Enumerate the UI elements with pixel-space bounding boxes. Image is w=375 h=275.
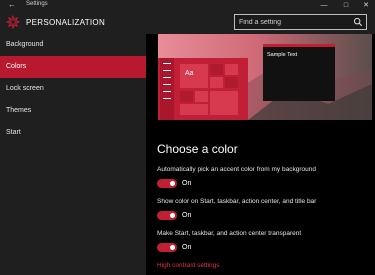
preview-tile: Aa <box>180 64 208 88</box>
transparency-label: Make Start, taskbar, and action center t… <box>157 230 302 237</box>
window-titlebar: ← Settings — □ ✕ <box>0 0 375 12</box>
preview-tile <box>180 104 208 115</box>
transparency-toggle[interactable] <box>157 243 177 252</box>
auto-accent-state: On <box>182 180 192 187</box>
show-color-toggle[interactable] <box>157 211 177 220</box>
preview-start-rail <box>160 58 174 120</box>
main-content: Aa Sample Text Choose a color Automatica… <box>146 34 375 275</box>
show-color-label: Show color on Start, taskbar, action cen… <box>157 198 317 205</box>
preview-tile <box>180 91 193 102</box>
high-contrast-link[interactable]: High contrast settings <box>157 262 220 269</box>
sidebar-item-background[interactable]: Background <box>0 34 146 56</box>
search-input[interactable] <box>239 17 349 27</box>
preview-tile <box>210 77 223 88</box>
maximize-button[interactable]: □ <box>337 0 355 12</box>
preview-tile-label: Aa <box>185 70 194 77</box>
sidebar-item-themes[interactable]: Themes <box>0 100 146 122</box>
search-icon[interactable] <box>353 17 363 27</box>
app-header: PERSONALIZATION <box>0 12 375 34</box>
transparency-state: On <box>182 244 192 251</box>
toggle-knob <box>170 213 175 218</box>
window-title: Settings <box>26 1 48 7</box>
close-button[interactable]: ✕ <box>357 0 375 12</box>
theme-preview: Aa Sample Text <box>158 34 372 120</box>
preview-sample-window: Sample Text <box>263 44 335 101</box>
sidebar: Background Colors Lock screen Themes Sta… <box>0 34 146 275</box>
sidebar-item-colors[interactable]: Colors <box>0 56 146 78</box>
sidebar-item-start[interactable]: Start <box>0 122 146 144</box>
back-button[interactable]: ← <box>8 0 16 9</box>
preview-tile <box>195 91 208 102</box>
show-color-state: On <box>182 212 192 219</box>
preview-tile <box>210 91 238 115</box>
auto-accent-label: Automatically pick an accent color from … <box>157 166 316 173</box>
preview-tile <box>225 77 238 88</box>
search-box[interactable] <box>234 14 367 30</box>
gear-icon <box>6 15 20 29</box>
page-title: PERSONALIZATION <box>26 18 106 27</box>
preview-sample-text: Sample Text <box>267 52 298 58</box>
section-title: Choose a color <box>157 142 238 156</box>
minimize-button[interactable]: — <box>315 0 333 12</box>
preview-tile <box>225 64 238 75</box>
auto-accent-toggle[interactable] <box>157 179 177 188</box>
preview-tile <box>210 64 223 75</box>
preview-start-menu: Aa <box>158 58 248 120</box>
toggle-knob <box>170 245 175 250</box>
toggle-knob <box>170 181 175 186</box>
sidebar-item-lock-screen[interactable]: Lock screen <box>0 78 146 100</box>
